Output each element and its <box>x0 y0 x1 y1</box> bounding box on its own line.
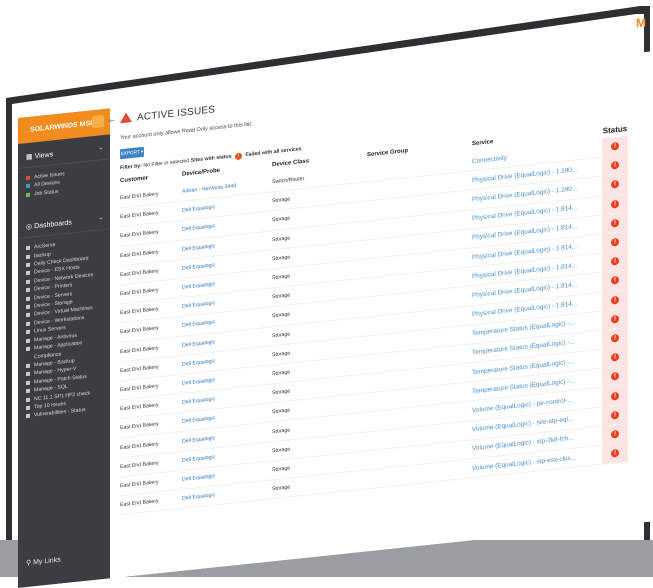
failed-status-icon: ! <box>611 276 619 286</box>
dashboard-item-icon <box>26 271 30 276</box>
dashboard-item-icon <box>26 414 30 419</box>
my-links-label: My Links <box>33 556 61 567</box>
page-title-text: ACTIVE ISSUES <box>137 104 216 124</box>
failed-status-icon: ! <box>611 352 619 362</box>
brand-corner-letter: M <box>636 16 646 30</box>
failed-status-icon: ! <box>611 314 619 324</box>
readonly-notice: Your account only allows Read Only acces… <box>120 121 253 142</box>
dashboard-item-icon <box>26 363 30 369</box>
dashboard-item-icon <box>26 279 30 285</box>
dashboard-item-icon <box>26 330 30 335</box>
dashboard-item-icon <box>26 296 30 301</box>
dashboards-label: Dashboards <box>34 219 72 231</box>
dashboard-item-icon <box>26 397 30 402</box>
failed-status-icon: ! <box>611 429 619 439</box>
dashboard-icon: ◎ <box>26 223 35 232</box>
failed-status-icon: ! <box>611 448 619 458</box>
dashboard-item-icon <box>26 405 30 411</box>
job-icon <box>26 192 30 197</box>
sidebar-item-label: Job Status <box>34 188 59 198</box>
dashboard-item-icon <box>26 346 30 352</box>
dashboard-item-icon <box>26 262 30 268</box>
views-label: Views <box>34 151 54 161</box>
brand-menu-icon[interactable] <box>92 114 104 129</box>
failed-status-icon: ! <box>611 295 619 305</box>
export-button[interactable]: EXPORT ▾ <box>120 146 144 160</box>
issues-table: Customer Device/Probe Device Class Servi… <box>120 119 628 516</box>
main-content: ⇤ ACTIVE ISSUES Your account only allows… <box>108 50 653 579</box>
chevron-down-icon[interactable]: ⌄ <box>98 143 104 152</box>
dashboards-list: ArcServe backup Daily Check Dashboard Devic… <box>18 230 110 426</box>
grid-icon: ▦ <box>26 153 35 162</box>
warning-icon <box>120 112 132 124</box>
failed-status-icon: ! <box>611 161 619 170</box>
collapse-sidebar-icon[interactable]: ⇤ <box>108 116 115 126</box>
dashboard-item-icon <box>26 287 30 293</box>
failed-status-icon: ! <box>611 257 619 266</box>
dashboard-item-icon <box>26 380 30 385</box>
failed-status-icon: ! <box>611 391 619 401</box>
sidebar: SOLARWINDS MSP ▦ Views ⌄ Active Issues A… <box>18 108 118 588</box>
warning-icon <box>26 175 30 181</box>
dashboard-item-icon <box>26 254 30 259</box>
brand-name: SOLARWINDS MSP <box>30 119 95 134</box>
failed-status-icon: ! <box>611 372 619 382</box>
failed-status-icon: ! <box>611 141 619 151</box>
chevron-down-icon[interactable]: ⌄ <box>98 213 104 222</box>
dashboard-item-icon <box>26 321 30 327</box>
failed-status-icon: ! <box>611 410 619 420</box>
cell-status[interactable]: ! <box>602 442 628 465</box>
dashboard-item-icon <box>26 304 30 310</box>
dashboard-item-icon <box>26 313 30 318</box>
app-window: SOLARWINDS MSP ▦ Views ⌄ Active Issues A… <box>18 50 653 588</box>
failed-status-icon: ! <box>611 180 619 190</box>
failed-status-icon: ! <box>235 152 243 161</box>
dashboard-item-icon <box>26 372 30 377</box>
dashboard-item-icon <box>26 338 30 343</box>
filter-prefix: Filter by: <box>120 162 142 172</box>
dashboard-item-icon <box>26 388 30 394</box>
device-icon <box>26 184 30 189</box>
failed-status-icon: ! <box>611 199 619 209</box>
failed-status-icon: ! <box>611 237 619 247</box>
dashboard-item-icon <box>26 245 30 251</box>
failed-status-icon: ! <box>611 333 619 343</box>
page-title: ACTIVE ISSUES <box>120 103 215 125</box>
failed-status-icon: ! <box>611 218 619 228</box>
